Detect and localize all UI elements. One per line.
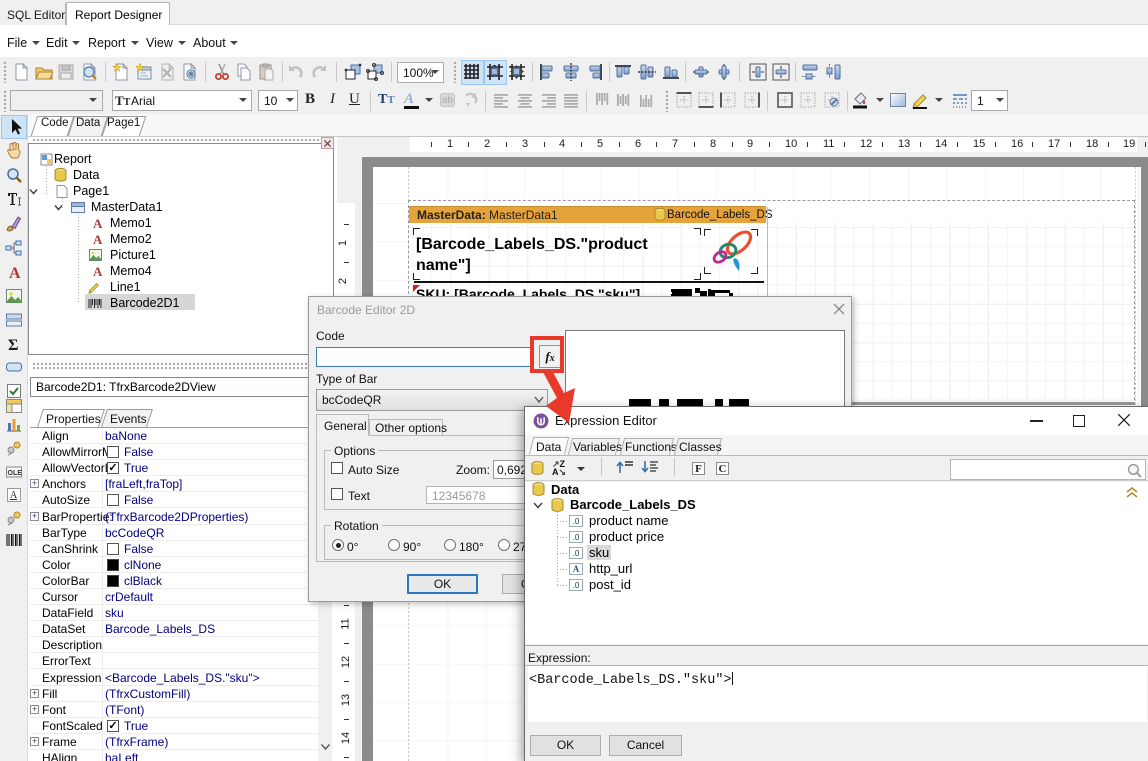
svg-text:OLE: OLE (8, 470, 23, 477)
svg-text:A: A (10, 490, 18, 501)
svg-text:A: A (9, 265, 21, 281)
svg-text:Σ: Σ (8, 337, 18, 353)
